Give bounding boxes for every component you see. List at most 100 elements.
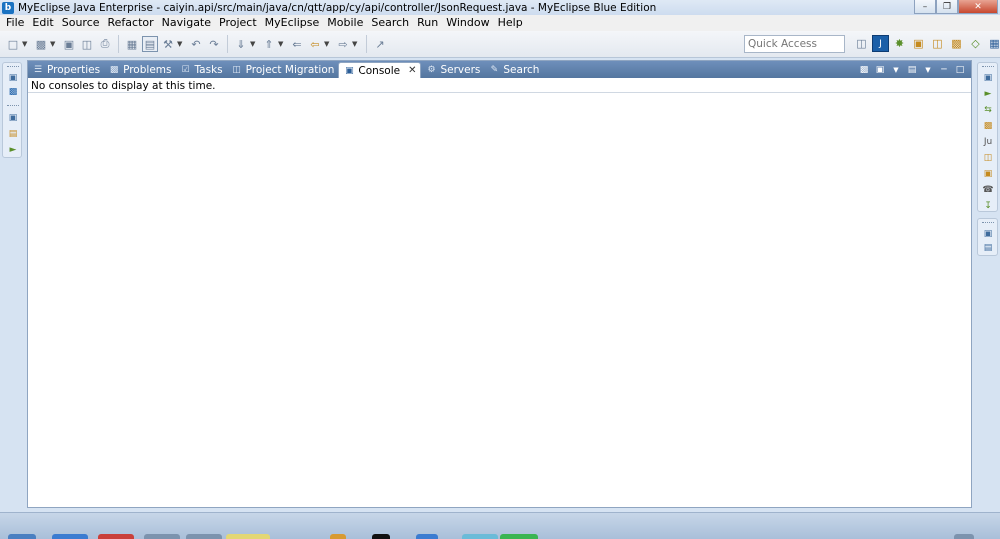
menu-mobile[interactable]: Mobile [323,15,367,31]
outline-icon[interactable]: ▤ [6,127,20,140]
title-bar: b MyEclipse Java Enterprise - caiyin.api… [0,0,1000,15]
last-edit-location-icon[interactable]: ⇐ [289,36,305,52]
menu-edit[interactable]: Edit [28,15,57,31]
editor-area-icon[interactable]: ▤ [981,241,995,254]
tab-tasks[interactable]: ☑ Tasks [175,61,226,78]
web-browser-icon[interactable]: ☎ [981,183,995,196]
new-console-dropdown-icon[interactable]: ▼ [921,63,935,77]
taskbar-app[interactable] [500,534,538,539]
prev-annotation-icon[interactable]: ↶ [188,36,204,52]
package-explorer-icon[interactable]: ▩ [6,85,20,98]
taskbar-app[interactable] [330,534,346,539]
open-console-icon[interactable]: ▩ [857,63,871,77]
print-icon[interactable]: ⎙ [97,36,113,52]
open-type-icon[interactable]: ▦ [124,36,140,52]
start-button[interactable] [8,534,36,539]
snippets-icon[interactable]: ► [981,87,995,100]
new-project-icon[interactable]: ▩ [33,36,49,52]
tab-search[interactable]: ✎ Search [484,61,543,78]
download-icon[interactable]: ↧ [981,199,995,212]
palette-icon[interactable]: ▩ [981,119,995,132]
tab-console[interactable]: ▣ Console ✕ [338,62,422,78]
new-dropdown-icon[interactable]: ▼ [22,40,29,48]
junit-icon[interactable]: Ju [981,135,995,148]
menu-search[interactable]: Search [367,15,413,31]
taskbar-app[interactable] [144,534,180,539]
java-ee-perspective-icon[interactable]: ▣ [910,35,927,52]
display-selected-console-icon[interactable]: ▣ [873,63,887,77]
tab-problems[interactable]: ▩ Problems [104,61,175,78]
close-icon[interactable]: ✕ [408,65,416,76]
next-annotation-icon[interactable]: ↷ [206,36,222,52]
tab-servers[interactable]: ⚙ Servers [421,61,484,78]
back-icon[interactable]: ⇦ [307,36,323,52]
menu-help[interactable]: Help [494,15,527,31]
new-icon[interactable]: □ [5,36,21,52]
menu-window[interactable]: Window [442,15,493,31]
restore-button[interactable]: ❐ [936,0,958,14]
team-perspective-icon[interactable]: ▦ [986,35,1000,52]
taskbar-app[interactable] [372,534,390,539]
prev-edit-dropdown-icon[interactable]: ▼ [278,40,285,48]
minimize-view-icon[interactable]: ─ [937,63,951,77]
spring-perspective-icon[interactable]: ◇ [967,35,984,52]
forward-dropdown-icon[interactable]: ▼ [352,40,359,48]
minimize-button[interactable]: – [914,0,936,14]
restore-view-icon[interactable]: ▣ [981,71,995,84]
save-all-icon[interactable]: ◫ [79,36,95,52]
taskbar-app[interactable] [416,534,438,539]
taskbar-clock[interactable] [954,534,974,539]
menu-navigate[interactable]: Navigate [158,15,215,31]
build-tools-icon[interactable]: ⚒ [160,36,176,52]
menu-myeclipse[interactable]: MyEclipse [261,15,324,31]
problems-icon: ▩ [109,64,119,75]
mobile-perspective-icon[interactable]: ▩ [948,35,965,52]
taskbar-app[interactable] [52,534,88,539]
menu-run[interactable]: Run [413,15,442,31]
trim-grip[interactable] [7,66,19,68]
save-icon[interactable]: ▣ [61,36,77,52]
forward-icon[interactable]: ⇨ [335,36,351,52]
new-console-icon[interactable]: ▤ [905,63,919,77]
main-toolbar: □ ▼ ▩ ▼ ▣ ◫ ⎙ ▦ ▤ ⚒ ▼ ↶ ↷ ⇓ ▼ ⇑ ▼ ⇐ ⇦ ▼ … [0,31,1000,58]
restore-view-icon[interactable]: ▣ [981,227,995,240]
menu-refactor[interactable]: Refactor [104,15,158,31]
next-edit-icon[interactable]: ⇓ [233,36,249,52]
restore-view-icon[interactable]: ▣ [6,111,20,124]
display-console-dropdown-icon[interactable]: ▼ [889,63,903,77]
maximize-view-icon[interactable]: □ [953,63,967,77]
quick-access-input[interactable] [744,35,845,53]
taskbar-app[interactable] [462,534,498,539]
database-perspective-icon[interactable]: ◫ [929,35,946,52]
db-browser-icon[interactable]: ◫ [981,151,995,164]
trim-grip[interactable] [982,222,994,224]
back-dropdown-icon[interactable]: ▼ [324,40,331,48]
window-title: MyEclipse Java Enterprise - caiyin.api/s… [18,1,657,14]
image-preview-icon[interactable]: ⇆ [981,103,995,116]
taskbar-app[interactable] [226,534,270,539]
pin-editor-icon[interactable]: ↗ [372,36,388,52]
toolbar-separator [366,35,367,53]
taskbar-app[interactable] [186,534,222,539]
jobs-icon[interactable]: ▣ [981,167,995,180]
restore-view-icon[interactable]: ▣ [6,71,20,84]
build-tools-dropdown-icon[interactable]: ▼ [177,40,184,48]
menu-source[interactable]: Source [58,15,104,31]
trim-grip[interactable] [7,105,19,107]
tab-project-migration[interactable]: ◫ Project Migration [227,61,339,78]
next-edit-dropdown-icon[interactable]: ▼ [250,40,257,48]
close-button[interactable]: ✕ [958,0,998,14]
open-perspective-icon[interactable]: ◫ [853,35,870,52]
menu-project[interactable]: Project [215,15,261,31]
java-perspective-icon[interactable]: J [872,35,889,52]
tab-label: Tasks [194,63,223,76]
hierarchy-icon[interactable]: ► [6,143,20,156]
menu-file[interactable]: File [2,15,28,31]
toggle-mark-icon[interactable]: ▤ [142,36,158,52]
tab-properties[interactable]: ☰ Properties [28,61,104,78]
new-project-dropdown-icon[interactable]: ▼ [50,40,57,48]
prev-edit-icon[interactable]: ⇑ [261,36,277,52]
taskbar-app[interactable] [98,534,134,539]
debug-perspective-icon[interactable]: ✸ [891,35,908,52]
trim-grip[interactable] [982,66,994,68]
